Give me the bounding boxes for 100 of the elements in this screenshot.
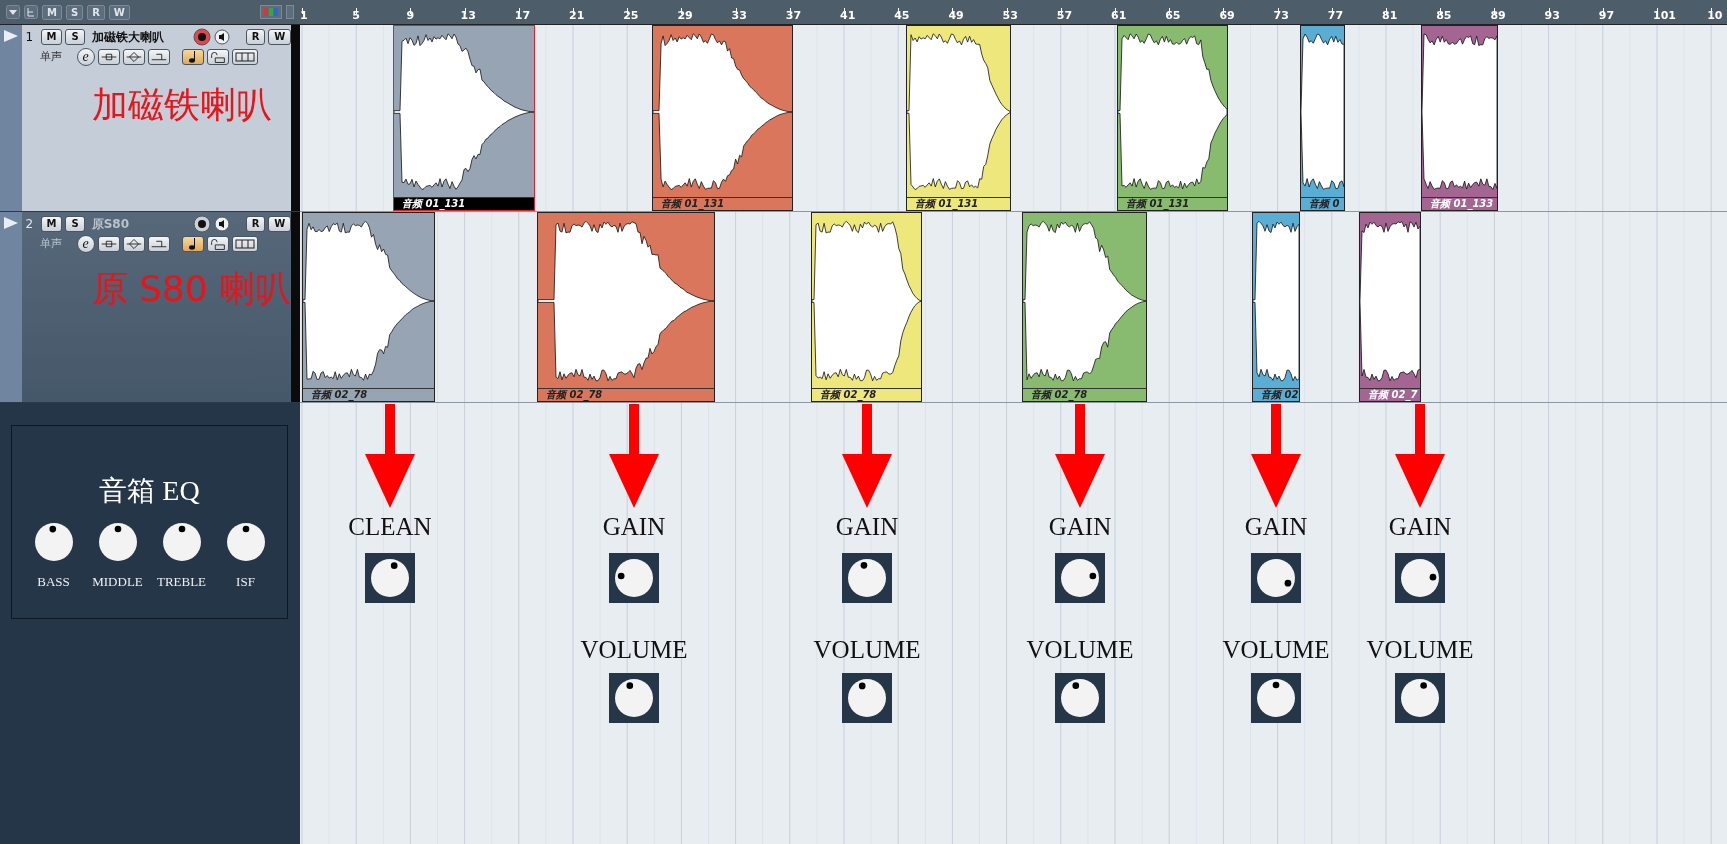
audio-clip[interactable]: 音频 02_78 (537, 212, 715, 402)
color-icon[interactable] (260, 5, 282, 19)
clip-name: 音频 02_7 (1360, 388, 1420, 401)
toolbar-button[interactable]: R (87, 4, 105, 20)
audio-clip[interactable]: 音频 0 (1300, 25, 1345, 211)
read-button[interactable]: R (245, 29, 266, 45)
control-label: VOLUME (1026, 636, 1134, 664)
track-header[interactable]: 2 M S 原S80 R W 单声 e 原 S80 喇叭 (21, 212, 292, 402)
clip-name: 音频 01_131 (1118, 197, 1227, 210)
control-label: VOLUME (1366, 636, 1474, 664)
edit-button[interactable]: e (76, 235, 95, 253)
write-button[interactable]: W (268, 216, 292, 232)
toolbar-button[interactable]: M (42, 4, 62, 20)
knob[interactable] (1060, 558, 1100, 598)
lanes-icon (232, 237, 257, 251)
knob-label: BASS (37, 573, 70, 591)
control-label: GAIN (602, 513, 666, 541)
knob[interactable] (1060, 678, 1100, 718)
audio-clip[interactable]: 音频 02_78 (1022, 212, 1147, 402)
lock-button[interactable] (206, 49, 229, 65)
bar-number: 101 (1653, 9, 1676, 23)
track-annotation: 加磁铁喇叭 (91, 83, 272, 127)
knob[interactable] (614, 558, 654, 598)
record-button[interactable] (192, 28, 211, 46)
audio-clip[interactable]: 音频 01_131 (906, 25, 1011, 211)
lanes-button[interactable] (231, 236, 258, 252)
knob-label: MIDDLE (92, 573, 143, 591)
track-button[interactable] (122, 49, 145, 65)
read-button[interactable]: R (245, 216, 266, 232)
audio-clip[interactable]: 音频 01_131 (393, 25, 535, 211)
control-label: VOLUME (1222, 636, 1330, 664)
toolbar-button[interactable]: S (65, 4, 84, 20)
track-button[interactable] (97, 236, 120, 252)
knob[interactable] (847, 558, 887, 598)
knob[interactable] (225, 522, 266, 562)
knob[interactable] (97, 522, 138, 562)
knob[interactable] (1400, 678, 1440, 718)
knob[interactable] (1256, 558, 1296, 598)
bar-number: 69 (1219, 9, 1235, 23)
speaker-icon[interactable] (213, 29, 230, 45)
clip-name: 音频 02_78 (538, 388, 714, 401)
control-label: GAIN (1388, 513, 1452, 541)
track-button[interactable] (97, 49, 120, 65)
channel-mode: 单声 (38, 235, 63, 252)
bar-number: 5 (352, 9, 360, 23)
write-button[interactable]: W (268, 29, 292, 45)
note-icon (189, 51, 196, 63)
bar-number: 25 (623, 9, 639, 23)
edit-button[interactable]: e (76, 48, 95, 66)
solo-button[interactable]: S (65, 216, 85, 232)
mute-button[interactable]: M (40, 29, 63, 45)
audio-clip[interactable]: 音频 02_78 (302, 212, 435, 402)
audio-clip[interactable]: 音频 02 (1252, 212, 1300, 402)
track-button[interactable] (122, 236, 145, 252)
mute-button[interactable]: M (40, 216, 63, 232)
clip-name: 音频 01_131 (907, 197, 1010, 210)
note-button[interactable] (181, 236, 204, 252)
track-button[interactable] (147, 236, 170, 252)
record-button[interactable] (192, 215, 211, 233)
audio-clip[interactable]: 音频 01_133 (1421, 25, 1498, 211)
bar-number: 89 (1490, 9, 1506, 23)
lanes-icon (232, 50, 257, 64)
clip-name: 音频 0 (1301, 197, 1344, 210)
knob[interactable] (1256, 678, 1296, 718)
clip-name: 音频 02 (1253, 388, 1299, 401)
knob[interactable] (1400, 558, 1440, 598)
solo-button[interactable]: S (65, 29, 85, 45)
knob[interactable] (847, 678, 887, 718)
knob[interactable] (161, 522, 202, 562)
knob[interactable] (370, 558, 410, 598)
lanes-button[interactable] (231, 49, 258, 65)
control-label: VOLUME (580, 636, 688, 664)
track-header[interactable]: 1 M S 加磁铁大喇叭 R W 单声 e 加磁铁喇叭 (21, 25, 292, 211)
speaker-icon[interactable] (213, 216, 230, 232)
bar-number: 9 (406, 9, 415, 23)
note-button[interactable] (181, 49, 204, 65)
play-icon[interactable] (2, 29, 19, 43)
bar-number: 53 (1002, 9, 1018, 23)
dropdown-icon[interactable] (6, 5, 20, 19)
clip-name: 音频 01_131 (394, 197, 534, 210)
toolbar-button[interactable]: W (108, 4, 130, 20)
control-label: VOLUME (813, 636, 921, 664)
channel-mode: 单声 (38, 48, 63, 65)
track-number: 1 (25, 29, 35, 46)
audio-clip[interactable]: 音频 02_78 (811, 212, 922, 402)
track-button[interactable] (147, 49, 170, 65)
knob[interactable] (33, 522, 74, 562)
track-number: 2 (25, 216, 35, 233)
bar-number: 93 (1544, 9, 1560, 23)
knob-label: TREBLE (156, 573, 207, 591)
clip-name: 音频 02_78 (303, 388, 434, 401)
knob[interactable] (614, 678, 654, 718)
lock-button[interactable] (206, 236, 229, 252)
control-label: GAIN (1048, 513, 1112, 541)
audio-clip[interactable]: 音频 02_7 (1359, 212, 1421, 402)
track-annotation: 原 S80 喇叭 (91, 267, 292, 311)
audio-clip[interactable]: 音频 01_131 (652, 25, 793, 211)
audio-clip[interactable]: 音频 01_131 (1117, 25, 1228, 211)
eq-title: 音箱 EQ (99, 474, 200, 508)
play-icon[interactable] (2, 216, 19, 230)
